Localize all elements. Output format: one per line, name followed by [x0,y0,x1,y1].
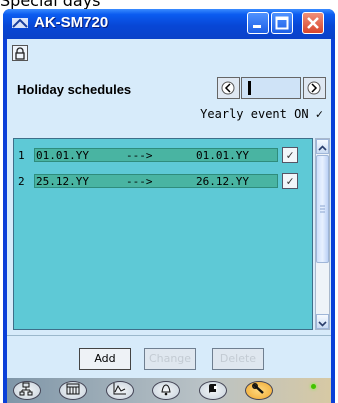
yearly-event-status: Yearly event ON ✓ [200,107,323,121]
arrow-left-icon [221,81,235,95]
enabled-checkbox[interactable]: ✓ [282,173,298,189]
change-button[interactable]: Change [144,348,196,370]
start-date: 25.12.YY [36,175,89,188]
maximize-icon [275,16,289,30]
scroll-up-button[interactable] [316,139,329,154]
end-date: 26.12.YY [196,175,249,188]
padlock-icon [15,47,25,60]
lock-button[interactable] [12,45,28,61]
calendar-icon[interactable] [59,381,87,400]
delete-button[interactable]: Delete [212,348,264,370]
grip-icon [320,205,325,213]
wrench-icon[interactable] [245,381,273,400]
scroll-thumb[interactable] [316,155,329,263]
window-title: AK-SM720 [34,14,109,31]
app-window: AK-SM720 Holiday schedules Yearly event … [3,9,335,403]
close-button[interactable] [302,12,324,34]
manual-icon[interactable] [199,381,227,400]
start-date: 01.01.YY [36,149,89,162]
page-number-field[interactable] [241,77,301,99]
network-icon[interactable] [13,381,41,400]
schedule-list: 1 01.01.YY ---> 01.01.YY ✓ 2 25.12.YY --… [13,138,313,330]
app-icon [11,15,29,31]
row-number: 1 [18,149,25,162]
client-area: Holiday schedules Yearly event ON ✓ 1 01… [7,39,331,403]
divider [7,335,331,336]
arrow-right-icon [307,81,321,95]
row-number: 2 [18,175,25,188]
vertical-scrollbar[interactable] [315,138,330,330]
bottom-toolbar [7,378,331,403]
end-date: 01.01.YY [196,149,249,162]
graph-icon[interactable] [106,381,134,400]
status-led-indicator [311,384,316,389]
close-icon [307,17,319,29]
enabled-checkbox[interactable]: ✓ [282,147,298,163]
bell-icon[interactable] [152,381,180,400]
minimize-icon [253,25,261,28]
range-arrow: ---> [126,149,153,162]
scroll-down-button[interactable] [316,314,329,329]
minimize-button[interactable] [247,12,269,34]
chevron-down-icon [318,321,327,327]
text-cursor [248,81,251,95]
next-page-button[interactable] [303,77,326,99]
page-title: Holiday schedules [17,82,132,97]
add-button[interactable]: Add [79,348,131,370]
previous-page-button[interactable] [217,77,240,99]
range-arrow: ---> [126,175,153,188]
title-bar[interactable]: AK-SM720 [3,9,335,39]
list-item[interactable]: 2 25.12.YY ---> 26.12.YY ✓ [14,171,298,191]
list-item[interactable]: 1 01.01.YY ---> 01.01.YY ✓ [14,145,298,165]
maximize-button[interactable] [271,12,293,34]
chevron-up-icon [318,145,327,151]
